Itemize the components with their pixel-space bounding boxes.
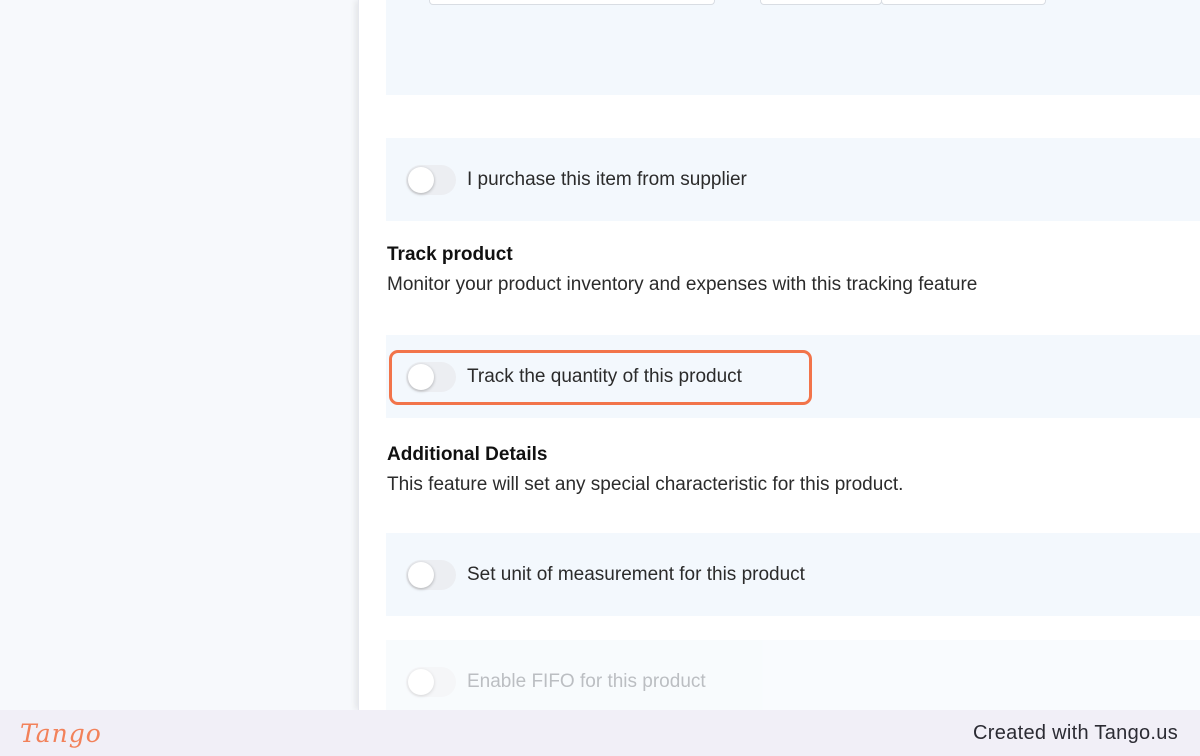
track-product-section: Track product Monitor your product inven…: [387, 244, 977, 296]
toggle-knob: [408, 561, 434, 588]
top-form-section: [386, 0, 1200, 95]
unit-measurement-row: Set unit of measurement for this product: [386, 533, 1200, 616]
unit-measurement-label: Set unit of measurement for this product: [467, 563, 805, 585]
track-quantity-toggle[interactable]: [406, 361, 456, 392]
fifo-label: Enable FIFO for this product: [467, 670, 706, 692]
product-settings-panel: I purchase this item from supplier Track…: [358, 0, 1200, 710]
section-title: Track product: [387, 244, 513, 265]
track-quantity-label: Track the quantity of this product: [467, 365, 742, 387]
tango-footer: Tango Created with Tango.us: [0, 710, 1200, 756]
sidebar-background: [0, 0, 358, 710]
purchase-from-supplier-label: I purchase this item from supplier: [467, 168, 747, 190]
section-title: Additional Details: [387, 444, 548, 465]
toggle-knob: [408, 363, 434, 390]
text-field[interactable]: [429, 0, 715, 5]
screenshot-stage: I purchase this item from supplier Track…: [0, 0, 1200, 756]
additional-details-section: Additional Details This feature will set…: [387, 444, 903, 496]
toggle-knob: [408, 668, 434, 695]
toggle-knob: [408, 166, 434, 193]
purchase-from-supplier-toggle[interactable]: [406, 164, 456, 195]
fifo-row: Enable FIFO for this product: [386, 640, 1200, 710]
unit-measurement-toggle[interactable]: [406, 559, 456, 590]
text-field[interactable]: [881, 0, 1046, 5]
created-with-credit[interactable]: Created with Tango.us: [973, 722, 1178, 745]
section-description: This feature will set any special charac…: [387, 474, 904, 495]
tango-logo[interactable]: Tango: [20, 719, 102, 748]
fifo-toggle[interactable]: [406, 666, 456, 697]
section-description: Monitor your product inventory and expen…: [387, 274, 978, 295]
track-quantity-row: Track the quantity of this product: [386, 335, 1200, 418]
purchase-from-supplier-row: I purchase this item from supplier: [386, 138, 1200, 221]
select-field[interactable]: [760, 0, 882, 5]
